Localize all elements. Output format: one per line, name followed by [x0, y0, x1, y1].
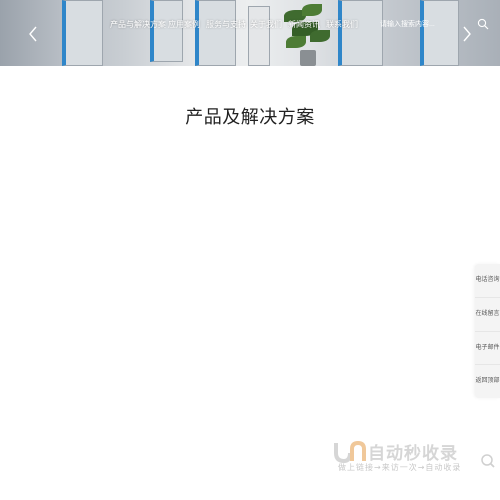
plant-leaf — [286, 36, 306, 48]
back-to-top-button[interactable]: 返回顶部 — [475, 364, 500, 398]
nav-item-service[interactable]: 服务与支持 — [206, 19, 250, 31]
watermark-brand: 自动秒收录 — [368, 444, 458, 464]
plant-leaf — [310, 30, 330, 42]
equipment-cabinet — [420, 0, 459, 66]
nav-item-news[interactable]: 新闻资讯 — [288, 19, 326, 31]
equipment-cabinet — [248, 6, 270, 66]
search-input[interactable] — [376, 16, 476, 32]
nav-item-about[interactable]: 关于我们 — [250, 19, 288, 31]
equipment-cabinet — [150, 0, 183, 62]
plant-leaf — [302, 4, 322, 16]
plant-pot — [300, 50, 316, 66]
equipment-cabinet — [195, 0, 236, 66]
section-title: 产品及解决方案 — [185, 107, 315, 127]
nav-item-products[interactable]: 产品与解决方案 — [110, 19, 168, 31]
phone-consult-button[interactable]: 电话咨询 — [475, 264, 500, 297]
watermark-search-icon — [481, 454, 495, 468]
watermark-logo: 自动秒收录 做上链接→来访一次→自动收录 — [330, 437, 500, 477]
carousel-prev-icon[interactable] — [27, 26, 39, 42]
online-message-button[interactable]: 在线留言 — [475, 297, 500, 331]
main-nav: 产品与解决方案 应用案例 服务与支持 关于我们 新闻资讯 联系我们 — [110, 19, 364, 31]
floating-toolbar: 电话咨询 在线留言 电子邮件 返回顶部 — [475, 264, 500, 398]
hero-banner: 产品与解决方案 应用案例 服务与支持 关于我们 新闻资讯 联系我们 — [0, 0, 500, 66]
search-box — [376, 16, 495, 32]
email-button[interactable]: 电子邮件 — [475, 331, 500, 365]
nav-item-cases[interactable]: 应用案例 — [168, 19, 206, 31]
nav-item-contact[interactable]: 联系我们 — [326, 19, 364, 31]
equipment-cabinet — [338, 0, 383, 66]
watermark-subtitle: 做上链接→来访一次→自动收录 — [338, 463, 462, 472]
equipment-cabinet — [62, 0, 103, 66]
search-icon[interactable] — [477, 18, 489, 30]
